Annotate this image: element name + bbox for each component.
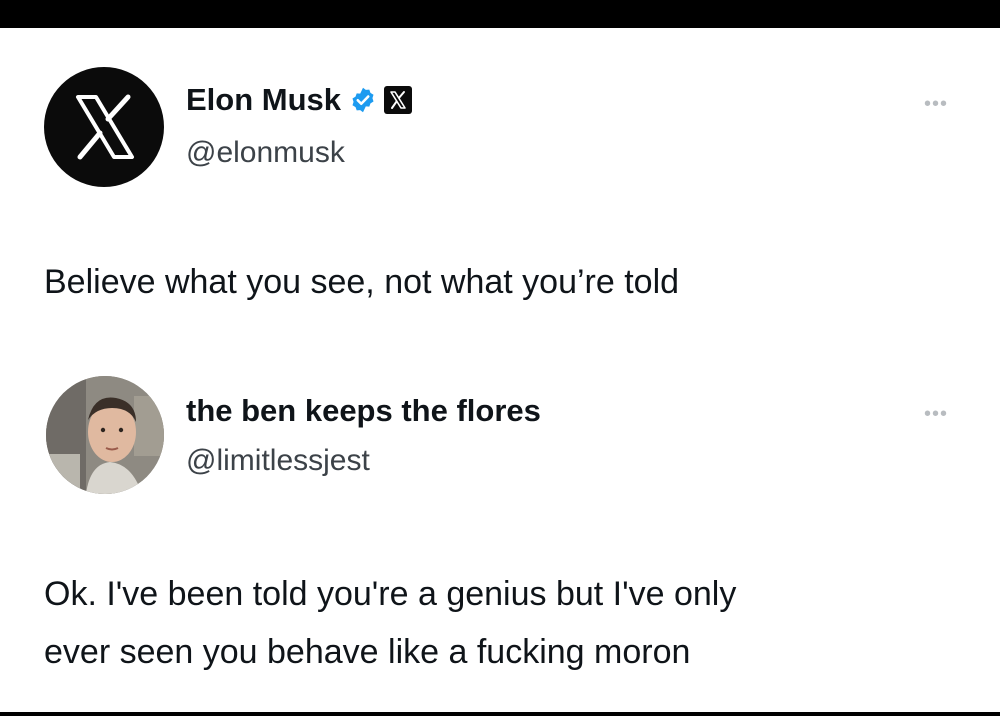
top-black-bar (0, 0, 1000, 28)
x-logo-avatar[interactable] (44, 67, 164, 187)
reply-text-line-2: ever seen you behave like a fucking moro… (44, 633, 691, 671)
reply-author-handle[interactable]: @limitlessjest (186, 443, 370, 479)
reply-text-line-1: Ok. I've been told you're a genius but I… (44, 575, 737, 613)
reply-more-options-icon[interactable]: ••• (924, 404, 948, 424)
reply-author-name[interactable]: the ben keeps the flores (186, 393, 541, 429)
verified-badge-icon (352, 87, 374, 113)
user-photo-avatar (46, 376, 164, 494)
bottom-black-bar (0, 712, 1000, 716)
more-options-icon[interactable]: ••• (924, 94, 948, 114)
x-affiliation-badge-icon (384, 86, 413, 114)
author-handle[interactable]: @elonmusk (186, 135, 345, 171)
author-name-row: Elon Musk (186, 82, 413, 118)
tweet-text: Believe what you see, not what you’re to… (44, 263, 680, 301)
user-avatar[interactable] (46, 376, 164, 494)
x-logo-icon (76, 94, 134, 160)
author-display-name[interactable]: Elon Musk (186, 82, 341, 118)
